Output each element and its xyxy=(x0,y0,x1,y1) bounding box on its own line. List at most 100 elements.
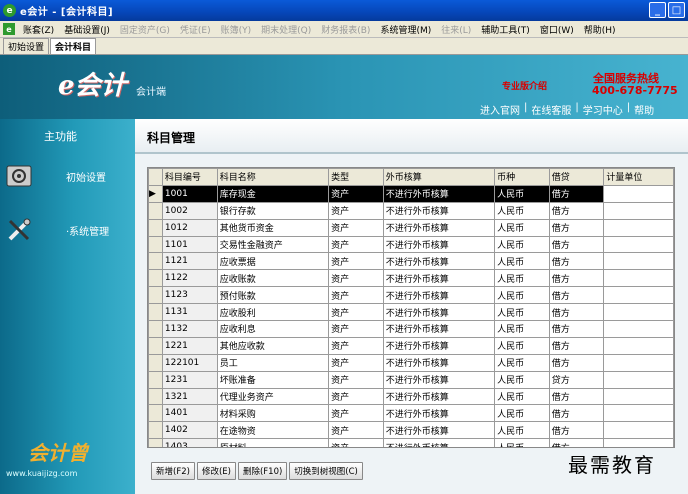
menu-item[interactable]: 期末处理(Q) xyxy=(256,23,316,36)
table-cell[interactable]: 借方 xyxy=(548,387,605,406)
switch-to-tree-view-button[interactable]: 切换到树视图(C) xyxy=(289,462,363,480)
table-cell[interactable]: 预付账款 xyxy=(216,286,330,305)
tab-initial-settings[interactable]: 初始设置 xyxy=(3,38,50,54)
table-cell[interactable]: 借方 xyxy=(548,404,605,423)
table-cell[interactable] xyxy=(603,235,674,254)
table-cell[interactable]: 资产 xyxy=(328,353,384,372)
table-cell[interactable]: 员工 xyxy=(216,353,330,372)
menu-item[interactable]: 财务报表(B) xyxy=(316,23,375,36)
table-row[interactable]: 1121 应收票据 资产 不进行外币核算 人民币 借方 xyxy=(148,252,674,271)
column-header[interactable]: 科目名称 xyxy=(216,168,330,186)
table-row[interactable]: 1123 预付账款 资产 不进行外币核算 人民币 借方 xyxy=(148,286,674,305)
table-cell[interactable]: 应收票据 xyxy=(216,252,330,271)
table-cell[interactable] xyxy=(603,320,674,338)
table-cell[interactable]: 1121 xyxy=(161,252,218,271)
table-cell[interactable]: 1132 xyxy=(161,320,218,338)
table-row[interactable]: 1131 应收股利 资产 不进行外币核算 人民币 借方 xyxy=(148,303,674,322)
table-cell[interactable]: 借方 xyxy=(548,218,605,237)
table-cell[interactable]: 资产 xyxy=(328,286,384,305)
table-cell[interactable]: 资产 xyxy=(328,235,384,254)
table-cell[interactable]: 材料采购 xyxy=(216,404,330,423)
app-menu-icon[interactable]: e xyxy=(3,23,15,35)
table-cell[interactable]: 不进行外币核算 xyxy=(382,218,496,237)
table-cell[interactable]: 贷方 xyxy=(548,370,605,389)
column-header[interactable]: 计量单位 xyxy=(603,168,674,186)
table-row[interactable]: 1221 其他应收款 资产 不进行外币核算 人民币 借方 xyxy=(148,336,674,355)
table-cell[interactable]: 人民币 xyxy=(494,421,550,440)
table-cell[interactable] xyxy=(603,404,674,423)
table-cell[interactable]: 人民币 xyxy=(494,235,550,254)
table-cell[interactable]: 不进行外币核算 xyxy=(382,336,496,355)
table-cell[interactable]: 人民币 xyxy=(494,201,550,220)
table-cell[interactable]: 资产 xyxy=(328,201,384,220)
table-cell[interactable]: 1012 xyxy=(161,218,218,237)
table-cell[interactable]: 不进行外币核算 xyxy=(382,303,496,322)
table-cell[interactable]: 不进行外币核算 xyxy=(382,404,496,423)
table-cell[interactable]: 1101 xyxy=(161,235,218,254)
table-cell[interactable]: 资产 xyxy=(328,218,384,237)
table-cell[interactable]: 借方 xyxy=(548,235,605,254)
table-cell[interactable]: 122101 xyxy=(161,353,218,372)
table-cell[interactable] xyxy=(603,421,674,440)
table-cell[interactable]: 资产 xyxy=(328,303,384,322)
table-cell[interactable]: 资产 xyxy=(328,421,384,440)
table-cell[interactable]: 其他货币资金 xyxy=(216,218,330,237)
link-learning-center[interactable]: 学习中心 xyxy=(583,102,623,117)
maximize-button[interactable]: □ xyxy=(668,2,685,18)
minimize-button[interactable]: _ xyxy=(649,2,666,18)
table-cell[interactable]: 1231 xyxy=(161,370,218,389)
table-row[interactable]: 122101 员工 资产 不进行外币核算 人民币 借方 xyxy=(148,353,674,372)
table-cell[interactable]: 应收利息 xyxy=(216,320,330,338)
table-cell[interactable]: 在途物资 xyxy=(216,421,330,440)
table-row[interactable]: 1101 交易性金融资产 资产 不进行外币核算 人民币 借方 xyxy=(148,235,674,254)
table-cell[interactable]: 交易性金融资产 xyxy=(216,235,330,254)
table-cell[interactable]: 1122 xyxy=(161,269,218,288)
delete-button[interactable]: 删除(F10) xyxy=(237,462,288,480)
table-cell[interactable]: 不进行外币核算 xyxy=(382,286,496,305)
table-cell[interactable]: 借方 xyxy=(548,421,605,440)
table-row[interactable]: 1401 材料采购 资产 不进行外币核算 人民币 借方 xyxy=(148,404,674,423)
table-cell[interactable] xyxy=(603,286,674,305)
table-cell[interactable]: 借方 xyxy=(548,320,605,338)
table-cell[interactable]: 不进行外币核算 xyxy=(382,184,496,203)
column-header[interactable]: 币种 xyxy=(494,168,550,186)
menu-item[interactable]: 帮助(H) xyxy=(579,23,621,36)
column-header[interactable]: 外币核算 xyxy=(382,168,496,186)
table-row[interactable]: 1012 其他货币资金 资产 不进行外币核算 人民币 借方 xyxy=(148,218,674,237)
link-online-service[interactable]: 在线客服 xyxy=(531,102,571,117)
table-row[interactable]: 1321 代理业务资产 资产 不进行外币核算 人民币 借方 xyxy=(148,387,674,406)
table-cell[interactable]: 借方 xyxy=(548,303,605,322)
table-cell[interactable]: 不进行外币核算 xyxy=(382,370,496,389)
table-cell[interactable]: 不进行外币核算 xyxy=(382,269,496,288)
table-cell[interactable] xyxy=(603,370,674,389)
table-cell[interactable]: 人民币 xyxy=(494,320,550,338)
table-cell[interactable]: 不进行外币核算 xyxy=(382,353,496,372)
menu-item[interactable]: 固定资产(G) xyxy=(115,23,175,36)
link-official-site[interactable]: 进入官网 xyxy=(480,102,520,117)
table-cell[interactable]: 1321 xyxy=(161,387,218,406)
menu-item[interactable]: 往来(L) xyxy=(436,23,476,36)
link-help[interactable]: 帮助 xyxy=(634,102,654,117)
menu-item[interactable]: 系统管理(M) xyxy=(375,23,436,36)
table-cell[interactable]: 资产 xyxy=(328,387,384,406)
tab-accounting-subjects[interactable]: 会计科目 xyxy=(50,38,97,54)
menu-item[interactable]: 辅助工具(T) xyxy=(476,23,535,36)
table-cell[interactable]: 借方 xyxy=(548,201,605,220)
table-row[interactable]: 1231 坏账准备 资产 不进行外币核算 人民币 贷方 xyxy=(148,370,674,389)
table-cell[interactable]: 1131 xyxy=(161,303,218,322)
table-cell[interactable]: 借方 xyxy=(548,438,605,447)
table-cell[interactable]: 1403 xyxy=(161,438,218,447)
table-cell[interactable]: 人民币 xyxy=(494,336,550,355)
table-cell[interactable]: 不进行外币核算 xyxy=(382,438,496,447)
table-cell[interactable]: 不进行外币核算 xyxy=(382,387,496,406)
table-cell[interactable] xyxy=(603,218,674,237)
table-cell[interactable]: 借方 xyxy=(548,252,605,271)
table-cell[interactable]: 资产 xyxy=(328,438,384,447)
table-cell[interactable] xyxy=(603,252,674,271)
table-cell[interactable]: 资产 xyxy=(328,184,384,203)
table-cell[interactable]: 人民币 xyxy=(494,252,550,271)
menu-item[interactable]: 窗口(W) xyxy=(535,23,579,36)
table-row[interactable]: 1403原材料资产不进行外币核算人民币借方 xyxy=(148,438,674,447)
menu-item[interactable]: 凭证(E) xyxy=(175,23,216,36)
table-cell[interactable] xyxy=(603,336,674,355)
